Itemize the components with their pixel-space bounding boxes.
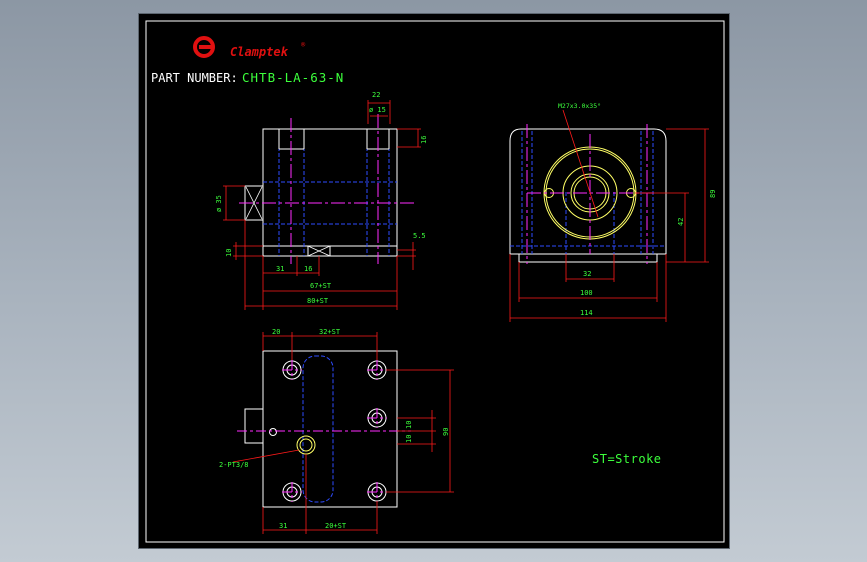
dim-32: 32: [583, 270, 591, 278]
part-number-value: CHTB-LA-63-N: [242, 70, 344, 85]
dim-20-st: 20+ST: [325, 522, 347, 530]
dim-31-bottom: 31: [279, 522, 287, 530]
side-view: 22 ø 15 16 ø 35 10 5.5 31 16 67+ST 80+ST: [215, 91, 428, 310]
dim-thread: M27x3.0x35°: [558, 102, 601, 110]
dim-100: 100: [580, 289, 593, 297]
dim-dia15: ø 15: [369, 106, 386, 114]
part-number-label: PART NUMBER:: [151, 71, 238, 85]
top-view: 20 32+ST 2-PT3/8 10 10 90 31 20+ST: [219, 328, 454, 534]
dim-42: 42: [677, 218, 685, 226]
dim-dia35: ø 35: [215, 195, 223, 212]
dim-114: 114: [580, 309, 593, 317]
side-body-outline: [262, 128, 398, 257]
dim-20: 20: [272, 328, 280, 336]
dim-22: 22: [372, 91, 380, 99]
dim-32-st: 32+ST: [319, 328, 341, 336]
dim-10-a: 10: [405, 421, 413, 429]
end-foot: [518, 253, 658, 263]
brand-name: Clamptek: [230, 45, 289, 59]
dim-16: 16: [304, 265, 312, 273]
dim-31: 31: [276, 265, 284, 273]
dim-5-5: 5.5: [413, 232, 426, 240]
cad-viewport[interactable]: Clamptek ® PART NUMBER: CHTB-LA-63-N 22 …: [138, 13, 730, 549]
end-body-outline: [509, 128, 667, 255]
dim-10: 10: [225, 249, 233, 257]
stroke-note: ST=Stroke: [592, 452, 662, 466]
dim-89: 89: [709, 190, 717, 198]
dim-67-st: 67+ST: [310, 282, 332, 290]
brand-logo: Clamptek ®: [193, 36, 306, 59]
dim-16-top: 16: [420, 136, 428, 144]
dim-90: 90: [442, 428, 450, 436]
end-view: M27x3.0x35° 89 42 32 100 114: [509, 102, 717, 322]
top-rod-boss: [244, 408, 264, 444]
brand-mark: ®: [301, 41, 306, 49]
dim-80-st: 80+ST: [307, 297, 329, 305]
drawing-sheet: Clamptek ® PART NUMBER: CHTB-LA-63-N 22 …: [145, 20, 725, 543]
dim-port: 2-PT3/8: [219, 461, 249, 469]
dim-10-b: 10: [405, 435, 413, 443]
